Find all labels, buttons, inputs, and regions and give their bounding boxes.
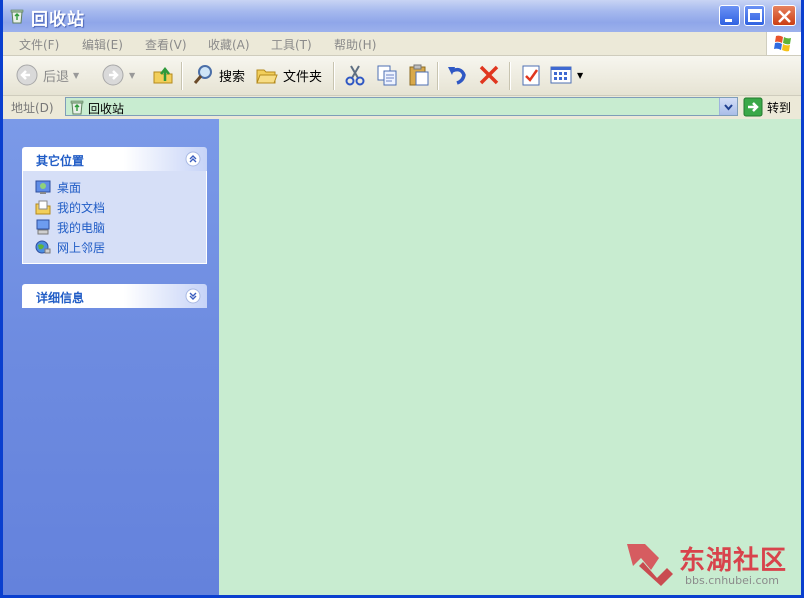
address-value: 回收站: [88, 102, 125, 116]
expand-chevron-icon[interactable]: [185, 288, 201, 304]
toolbar-separator: [437, 62, 439, 90]
other-places-panel: 其它位置 桌面 我的文档 我的电脑 网上邻居: [22, 147, 207, 264]
back-dropdown-icon[interactable]: ▼: [73, 71, 79, 80]
properties-button[interactable]: [519, 63, 543, 87]
go-button[interactable]: 转到: [743, 97, 791, 117]
search-button[interactable]: 搜索: [191, 63, 245, 87]
forward-dropdown-icon[interactable]: ▼: [129, 71, 135, 80]
recycle-bin-icon: [70, 100, 84, 115]
views-grid-icon: [550, 66, 572, 84]
title-bar[interactable]: 回收站: [3, 0, 801, 33]
search-icon: [193, 65, 212, 84]
views-dropdown-icon[interactable]: ▼: [577, 71, 583, 80]
my-documents-icon: [35, 200, 51, 215]
task-pane: 其它位置 桌面 我的文档 我的电脑 网上邻居 详细信息: [3, 119, 219, 595]
menu-file[interactable]: 文件(F): [19, 36, 59, 53]
minimize-icon: [725, 19, 732, 22]
watermark-url: bbs.cnhubei.com: [685, 574, 779, 587]
copy-button[interactable]: [375, 63, 399, 87]
address-dropdown-button[interactable]: [719, 98, 737, 115]
toolbar: 后退 ▼ ▼ 搜索 文件夹 ▼: [3, 56, 801, 96]
link-my-documents-label: 我的文档: [57, 200, 106, 215]
minimize-button[interactable]: [719, 5, 740, 26]
paste-icon: [409, 64, 429, 86]
collapse-chevron-icon[interactable]: [185, 151, 201, 167]
file-list-area[interactable]: [219, 119, 801, 595]
folders-icon: [256, 69, 278, 84]
back-arrow-icon: [16, 64, 38, 86]
menu-edit[interactable]: 编辑(E): [82, 36, 123, 53]
up-folder-icon: [153, 66, 173, 84]
windows-flag-icon: [774, 35, 791, 52]
toolbar-separator: [509, 62, 511, 90]
close-icon: [778, 10, 791, 23]
link-network-places-label: 网上邻居: [57, 240, 106, 255]
link-desktop[interactable]: 桌面: [23, 177, 206, 197]
other-places-body: 桌面 我的文档 我的电脑 网上邻居: [22, 171, 207, 264]
explorer-window: 回收站 文件(F) 编辑(E) 查看(V) 收藏(A) 工具(T) 帮助(H): [0, 0, 804, 598]
link-my-computer[interactable]: 我的电脑: [23, 217, 206, 237]
link-desktop-label: 桌面: [57, 180, 82, 195]
watermark-name: 东湖社区: [679, 546, 788, 576]
properties-icon: [522, 65, 540, 86]
desktop-icon: [35, 180, 51, 194]
close-button[interactable]: [772, 5, 796, 26]
window-title: 回收站: [31, 10, 85, 30]
delete-x-icon: [479, 65, 499, 85]
toolbar-separator: [181, 62, 183, 90]
link-my-computer-label: 我的电脑: [57, 220, 106, 235]
menu-bar: 文件(F) 编辑(E) 查看(V) 收藏(A) 工具(T) 帮助(H): [3, 32, 801, 56]
forward-arrow-icon: [102, 64, 124, 86]
menu-view[interactable]: 查看(V): [145, 36, 187, 53]
undo-button[interactable]: [445, 63, 469, 87]
site-watermark: 东湖社区 bbs.cnhubei.com: [623, 540, 801, 590]
address-field[interactable]: 回收站: [65, 97, 738, 116]
link-network-places[interactable]: 网上邻居: [23, 237, 206, 257]
network-places-icon: [35, 240, 51, 254]
back-label: 后退: [43, 69, 70, 85]
my-computer-icon: [36, 219, 50, 235]
toolbar-separator: [333, 62, 335, 90]
undo-icon: [448, 67, 466, 85]
details-panel: 详细信息: [22, 284, 207, 308]
menu-help[interactable]: 帮助(H): [334, 36, 376, 53]
address-bar: 地址(D) 回收站 转到: [3, 96, 801, 118]
details-title: 详细信息: [36, 291, 85, 305]
watermark-logo-icon: [627, 544, 673, 586]
search-label: 搜索: [219, 69, 246, 85]
chevron-down-icon: [724, 104, 733, 111]
maximize-icon: [748, 9, 762, 22]
menu-tools[interactable]: 工具(T): [271, 36, 312, 53]
maximize-button[interactable]: [744, 5, 765, 26]
go-arrow-icon: [743, 97, 763, 117]
menu-favorites[interactable]: 收藏(A): [208, 36, 250, 53]
folders-button[interactable]: 文件夹: [255, 63, 322, 87]
windows-logo: [766, 32, 801, 55]
scissors-icon: [345, 65, 365, 86]
other-places-header[interactable]: 其它位置: [22, 147, 207, 171]
recycle-bin-icon: [10, 9, 24, 24]
paste-button[interactable]: [407, 63, 431, 87]
details-header[interactable]: 详细信息: [22, 284, 207, 308]
views-button[interactable]: ▼: [549, 63, 583, 87]
other-places-title: 其它位置: [36, 154, 85, 168]
delete-button[interactable]: [477, 63, 501, 87]
up-folder-button[interactable]: [151, 63, 175, 87]
copy-icon: [377, 65, 397, 86]
go-label: 转到: [767, 100, 792, 115]
address-label: 地址(D): [11, 101, 54, 115]
folders-label: 文件夹: [283, 69, 323, 85]
link-my-documents[interactable]: 我的文档: [23, 197, 206, 217]
cut-button[interactable]: [343, 63, 367, 87]
back-button[interactable]: 后退 ▼: [15, 63, 79, 87]
forward-button[interactable]: ▼: [101, 63, 135, 87]
